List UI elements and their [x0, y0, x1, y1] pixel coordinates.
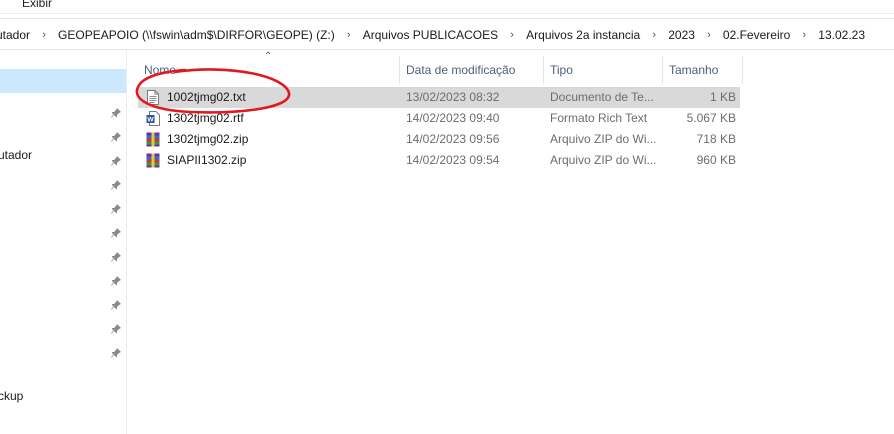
pin-icon[interactable] [110, 179, 122, 191]
file-name: 1302tjmg02.rtf [167, 111, 244, 125]
file-row[interactable]: SIAPII1302.zip 14/02/2023 09:54 Arquivo ZI… [138, 150, 740, 171]
nav-item-computer[interactable]: utador [0, 148, 32, 162]
file-date: 14/02/2023 09:54 [406, 153, 500, 167]
ribbon-divider [0, 13, 894, 14]
pin-icon[interactable] [110, 275, 122, 287]
winrar-zip-icon [146, 132, 160, 147]
file-type: Documento de Te... [550, 90, 654, 104]
ribbon-tab-exibir[interactable]: Exibir [22, 0, 52, 10]
file-date: 13/02/2023 08:32 [406, 90, 500, 104]
file-name: 1002tjmg02.txt [167, 90, 246, 104]
column-header-date[interactable]: Data de modificação [400, 56, 544, 84]
column-header-type[interactable]: Tipo [544, 56, 663, 84]
nav-item-backup[interactable]: ckup [0, 389, 23, 403]
word-rtf-icon: W [146, 111, 160, 126]
pin-icon[interactable] [110, 299, 122, 311]
pin-icon[interactable] [110, 155, 122, 167]
text-file-icon [146, 90, 160, 105]
chevron-right-icon[interactable]: › [790, 29, 818, 41]
pin-icon[interactable] [110, 107, 122, 119]
navigation-pane: utador ckup [0, 50, 127, 434]
file-type: Arquivo ZIP do Wi... [550, 153, 657, 167]
chevron-right-icon[interactable]: › [695, 29, 723, 41]
file-size: 1 KB [709, 90, 736, 104]
winrar-zip-icon [146, 153, 160, 168]
address-bar[interactable]: utador › GEOPEAPOIO (\\fswin\adm$\DIRFOR… [0, 18, 894, 50]
file-type: Formato Rich Text [550, 111, 648, 125]
chevron-right-icon[interactable]: › [30, 29, 58, 41]
column-header-date-label: Data de modificação [406, 63, 516, 77]
chevron-right-icon[interactable]: › [498, 29, 526, 41]
breadcrumb-item-2a-instancia[interactable]: Arquivos 2a instancia [526, 28, 640, 42]
breadcrumb: utador › GEOPEAPOIO (\\fswin\adm$\DIRFOR… [0, 19, 865, 51]
pin-icon[interactable] [110, 203, 122, 215]
column-header-type-label: Tipo [550, 63, 573, 77]
file-name: SIAPII1302.zip [167, 153, 247, 167]
file-name: 1302tjmg02.zip [167, 132, 249, 146]
pin-icon[interactable] [110, 323, 122, 335]
breadcrumb-item-computer[interactable]: utador [0, 28, 30, 42]
breadcrumb-item-fevereiro[interactable]: 02.Fevereiro [723, 28, 790, 42]
breadcrumb-item-publicacoes[interactable]: Arquivos PUBLICACOES [363, 28, 498, 42]
file-row[interactable]: 1302tjmg02.zip 14/02/2023 09:56 Arquivo ZI… [138, 129, 740, 150]
pin-icon[interactable] [110, 227, 122, 239]
file-date: 14/02/2023 09:40 [406, 111, 500, 125]
column-header-size[interactable]: Tamanho [663, 56, 743, 84]
file-row[interactable]: 1002tjmg02.txt 13/02/2023 08:32 Documento … [138, 87, 740, 108]
file-row[interactable]: W 1302tjmg02.rtf 14/02/2023 09:40 Formato R… [138, 108, 740, 129]
pin-icon[interactable] [110, 251, 122, 263]
pin-icon[interactable] [110, 131, 122, 143]
pin-icon[interactable] [110, 347, 122, 359]
column-header-size-label: Tamanho [669, 63, 719, 77]
chevron-right-icon[interactable]: › [640, 29, 668, 41]
file-type: Arquivo ZIP do Wi... [550, 132, 657, 146]
breadcrumb-item-drive[interactable]: GEOPEAPOIO (\\fswin\adm$\DIRFOR\GEOPE) (… [58, 28, 335, 42]
svg-text:W: W [147, 117, 154, 124]
breadcrumb-item-13-02-23[interactable]: 13.02.23 [818, 28, 865, 42]
file-size: 960 KB [696, 153, 736, 167]
file-size: 5.067 KB [686, 111, 736, 125]
column-header-name[interactable]: Nome [138, 56, 400, 84]
file-date: 14/02/2023 09:56 [406, 132, 500, 146]
file-size: 718 KB [696, 132, 736, 146]
column-header-name-label: Nome [144, 63, 177, 77]
chevron-right-icon[interactable]: › [335, 29, 363, 41]
breadcrumb-item-2023[interactable]: 2023 [668, 28, 695, 42]
nav-selected-item[interactable] [0, 69, 126, 93]
